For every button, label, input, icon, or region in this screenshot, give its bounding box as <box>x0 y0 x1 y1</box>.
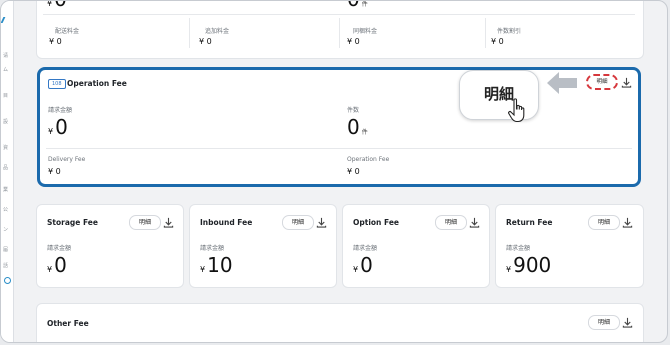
option-billing-amount: ¥0 <box>353 253 373 277</box>
field-value: ¥ 0 <box>199 37 212 46</box>
billing-label: 請求金額 <box>47 245 72 252</box>
count-label: 件数 <box>347 107 360 114</box>
sidebar-item-8[interactable]: 公 <box>3 207 8 213</box>
divider <box>485 18 486 48</box>
sidebar-item-5[interactable]: 資 <box>3 145 8 151</box>
download-icon[interactable] <box>163 217 174 228</box>
divider <box>43 14 635 15</box>
billing-label: 請求金額 <box>506 245 531 252</box>
return-fee-card: Return Fee 明細 請求金額 ¥900 <box>495 204 644 288</box>
option-fee-title: Option Fee <box>353 218 399 227</box>
billing-label: 請求金額 <box>353 245 378 252</box>
billing-label: 請求金額 <box>48 107 73 114</box>
yen-sign: ¥ <box>47 0 53 8</box>
field-value: ¥ 0 <box>347 37 360 46</box>
return-detail-button[interactable]: 明細 <box>588 215 620 230</box>
sidebar-item-4[interactable]: 設 <box>3 119 8 125</box>
storage-fee-title: Storage Fee <box>47 218 98 227</box>
divider <box>339 18 340 48</box>
operation-fee-badge: 108 <box>48 79 66 89</box>
sidebar-dot-icon <box>4 277 11 284</box>
shipping-billing-partial: ¥0 <box>47 0 67 11</box>
sidebar: 请 ム 目 設 資 品 業 公 ン 届 話 <box>1 1 14 342</box>
sidebar-item-1[interactable]: 请 <box>3 53 8 59</box>
other-fee-title: Other Fee <box>47 319 89 328</box>
option-detail-button[interactable]: 明細 <box>435 215 467 230</box>
inbound-billing-amount: ¥10 <box>200 253 233 277</box>
field-label: 件数割引 <box>497 28 522 35</box>
storage-detail-button[interactable]: 明細 <box>129 215 161 230</box>
return-billing-value: 900 <box>513 253 552 277</box>
app-window: 请 ム 目 設 資 品 業 公 ン 届 話 ¥0 0件 配送料金 ¥ 0 追加料… <box>0 0 668 343</box>
storage-billing-amount: ¥0 <box>47 253 67 277</box>
sidebar-item-7[interactable]: 業 <box>3 187 8 193</box>
billing-value: 0 <box>55 115 68 139</box>
return-billing-amount: ¥900 <box>506 253 551 277</box>
inbound-detail-button[interactable]: 明細 <box>282 215 314 230</box>
other-fee-card: Other Fee 明細 <box>36 303 644 342</box>
sidebar-item-2[interactable]: ム <box>3 67 8 73</box>
count-amount: 0件 <box>347 115 368 139</box>
download-icon[interactable] <box>316 217 327 228</box>
inbound-fee-card: Inbound Fee 明細 請求金額 ¥10 <box>189 204 337 288</box>
operation-fee-title: Operation Fee <box>67 79 127 88</box>
inbound-billing-value: 10 <box>207 253 233 277</box>
sidebar-logo-mark <box>1 17 12 23</box>
divider <box>46 148 632 149</box>
other-detail-button[interactable]: 明細 <box>588 315 620 330</box>
sidebar-item-11[interactable]: 話 <box>3 263 8 269</box>
download-icon[interactable] <box>622 317 633 328</box>
sidebar-item-3[interactable]: 目 <box>3 93 8 99</box>
download-icon[interactable] <box>621 77 632 88</box>
sidebar-item-6[interactable]: 品 <box>3 165 8 171</box>
operation-fee-value: ¥ 0 <box>347 167 360 176</box>
yen-sign: ¥ <box>200 265 206 274</box>
download-icon[interactable] <box>469 217 480 228</box>
field-label: 追加料金 <box>205 28 230 35</box>
detail-button[interactable]: 明細 <box>586 74 618 90</box>
operation-fee-label: Operation Fee <box>347 156 390 163</box>
yen-sign: ¥ <box>47 265 53 274</box>
delivery-fee-label: Delivery Fee <box>48 156 86 163</box>
storage-fee-card: Storage Fee 明細 請求金額 ¥0 <box>36 204 184 288</box>
left-arrow-icon <box>547 72 577 94</box>
count-unit: 件 <box>361 129 368 136</box>
option-billing-value: 0 <box>360 253 373 277</box>
return-fee-title: Return Fee <box>506 218 553 227</box>
sidebar-item-9[interactable]: ン <box>3 227 8 233</box>
billing-amount: ¥0 <box>48 115 68 139</box>
download-icon[interactable] <box>622 217 633 228</box>
billing-label: 請求金額 <box>200 245 225 252</box>
divider <box>189 18 190 48</box>
yen-sign: ¥ <box>506 265 512 274</box>
shipping-count-partial: 0件 <box>347 1 368 11</box>
field-value: ¥ 0 <box>491 37 504 46</box>
yen-sign: ¥ <box>353 265 359 274</box>
shipping-billing-value: 0 <box>54 1 67 11</box>
shipping-fee-card: ¥0 0件 配送料金 ¥ 0 追加料金 ¥ 0 同梱料金 ¥ 0 件数割引 ¥ … <box>36 0 644 59</box>
hand-cursor-icon <box>508 98 525 123</box>
storage-billing-value: 0 <box>54 253 67 277</box>
field-label: 配送料金 <box>55 28 80 35</box>
shipping-count-value: 0 <box>347 1 360 11</box>
shipping-count-unit: 件 <box>361 1 368 8</box>
delivery-fee-value: ¥ 0 <box>48 167 61 176</box>
count-value: 0 <box>347 115 360 139</box>
sidebar-item-10[interactable]: 届 <box>3 247 8 253</box>
field-label: 同梱料金 <box>353 28 378 35</box>
option-fee-card: Option Fee 明細 請求金額 ¥0 <box>342 204 490 288</box>
field-value: ¥ 0 <box>49 37 62 46</box>
yen-sign: ¥ <box>48 127 54 136</box>
inbound-fee-title: Inbound Fee <box>200 218 253 227</box>
